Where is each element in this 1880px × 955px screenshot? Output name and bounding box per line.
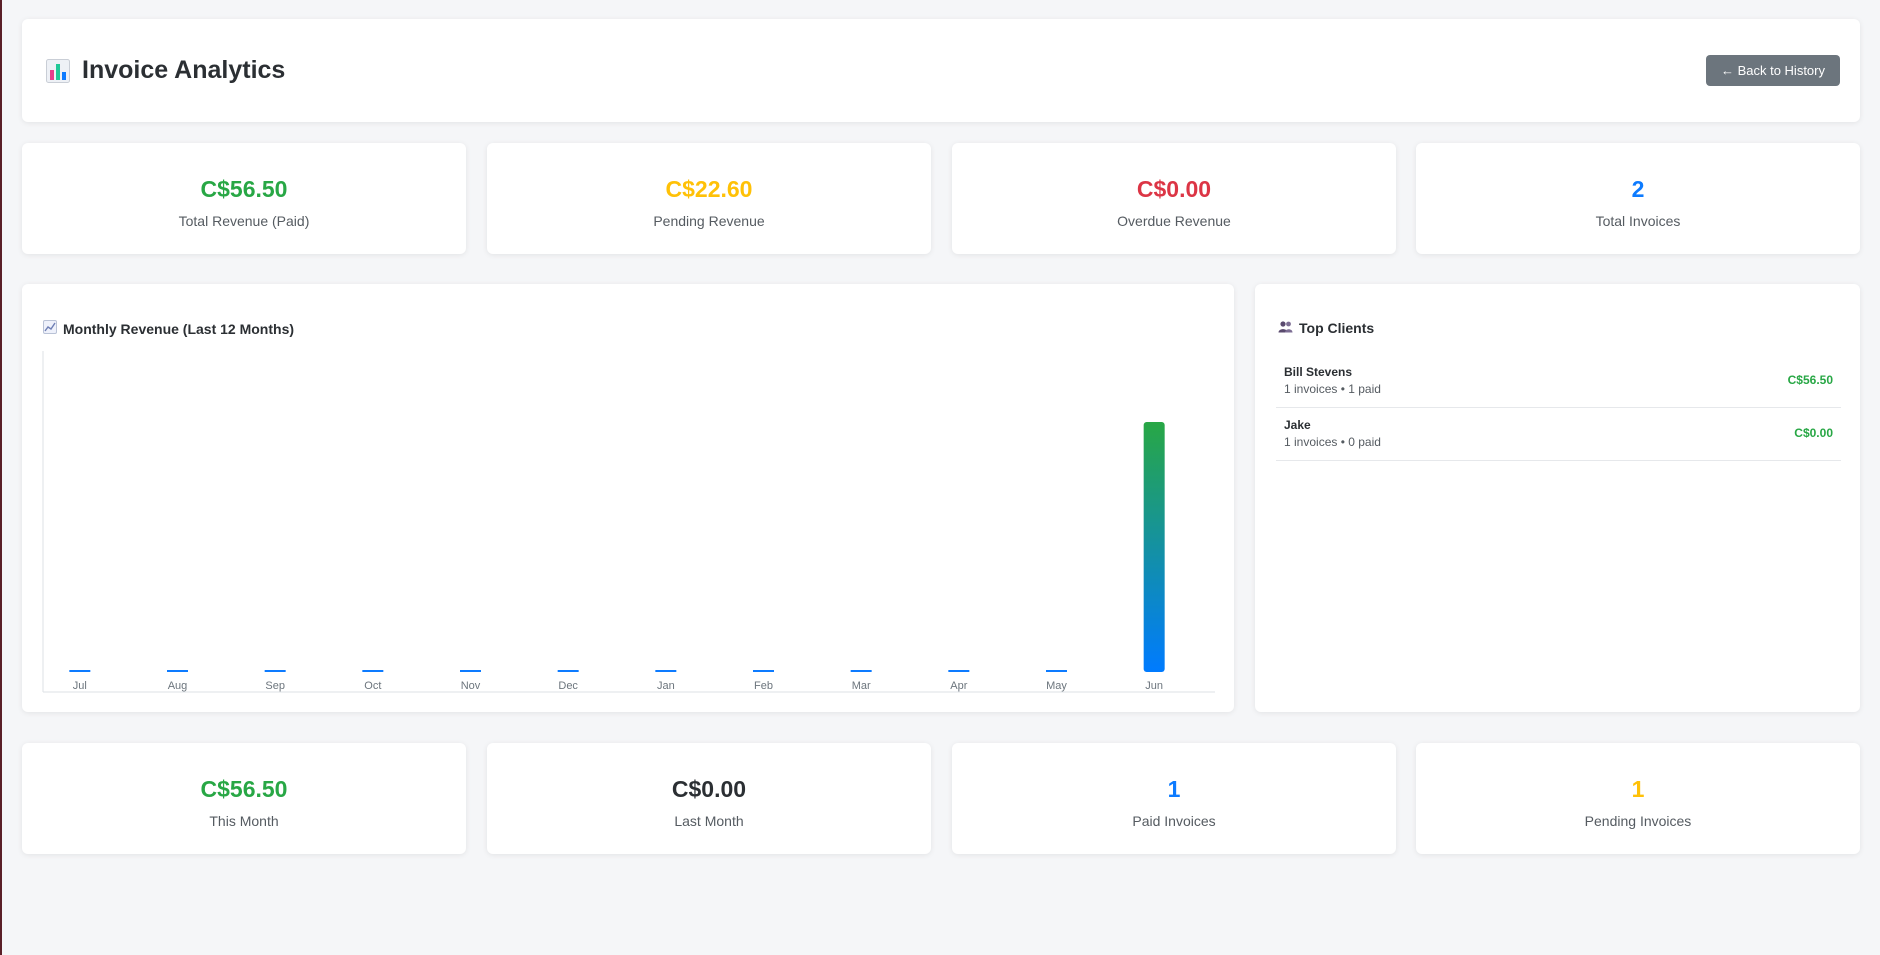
x-tick-label: Sep [265, 680, 285, 692]
stat-label: Overdue Revenue [1117, 213, 1231, 229]
x-tick-label: Jan [657, 680, 675, 692]
stat-label: Total Revenue (Paid) [178, 213, 310, 229]
client-list: Bill Stevens 1 invoices • 1 paid C$56.50… [1276, 355, 1841, 461]
client-name: Bill Stevens [1284, 365, 1353, 379]
stat-card-last-month: C$0.00 Last Month [487, 743, 931, 854]
client-meta: 1 invoices • 1 paid [1284, 382, 1381, 396]
x-tick-label: Apr [950, 680, 967, 692]
bar-dec[interactable] [557, 670, 579, 672]
stat-label: Pending Revenue [653, 213, 765, 229]
x-tick-label: Jul [73, 680, 87, 692]
page-title: Invoice Analytics [82, 56, 286, 84]
stat-card-total-revenue: C$56.50 Total Revenue (Paid) [22, 143, 466, 254]
stat-value: C$22.60 [665, 176, 753, 202]
client-meta: 1 invoices • 0 paid [1284, 435, 1381, 449]
bar-aug[interactable] [167, 670, 188, 672]
stat-label: Last Month [674, 813, 744, 829]
x-tick-label: Dec [558, 680, 578, 692]
stat-value: C$0.00 [671, 776, 747, 802]
x-tick-label: May [1046, 680, 1067, 692]
bar-oct[interactable] [362, 670, 384, 672]
x-tick-label: Mar [852, 680, 871, 692]
clients-title-group: Top Clients [1278, 320, 1374, 336]
window-edge [0, 0, 2, 955]
stat-label: Pending Invoices [1584, 813, 1692, 829]
client-amount: C$56.50 [1787, 373, 1833, 387]
bar-apr[interactable] [948, 670, 970, 672]
users-icon [1278, 320, 1293, 336]
title-group: Invoice Analytics [46, 19, 285, 122]
top-clients-card: Top Clients Bill Stevens 1 invoices • 1 … [1255, 284, 1860, 712]
stat-label: Paid Invoices [1132, 813, 1216, 829]
stat-value: 1 [1167, 776, 1181, 802]
stat-value: C$56.50 [200, 776, 288, 802]
revenue-bar-chart: Jul Aug Sep Oct Nov Dec Jan Feb Mar Apr May Jun [42, 351, 1215, 693]
client-amount: C$0.00 [1794, 426, 1833, 440]
bar-may[interactable] [1046, 670, 1067, 672]
bar-nov[interactable] [460, 670, 481, 672]
bar-chart-icon [46, 58, 70, 83]
stat-card-this-month: C$56.50 This Month [22, 743, 466, 854]
client-row[interactable]: Jake 1 invoices • 0 paid C$0.00 [1276, 408, 1841, 461]
stat-label: Total Invoices [1595, 213, 1681, 229]
stat-card-total-invoices: 2 Total Invoices [1416, 143, 1860, 254]
bar-jul[interactable] [69, 670, 91, 672]
stat-card-pending-revenue: C$22.60 Pending Revenue [487, 143, 931, 254]
bar-mar[interactable] [850, 670, 872, 672]
x-tick-label: Nov [461, 680, 481, 692]
stat-value: C$0.00 [1136, 176, 1212, 202]
bar-sep[interactable] [264, 670, 286, 672]
x-tick-label: Oct [364, 680, 381, 692]
x-tick-label: Jun [1145, 680, 1163, 692]
stat-label: This Month [209, 813, 279, 829]
bar-jun[interactable] [1143, 422, 1165, 672]
page-header: Invoice Analytics ← Back to History [22, 19, 1860, 122]
x-tick-label: Feb [754, 680, 773, 692]
back-to-history-button[interactable]: ← Back to History [1705, 55, 1840, 86]
client-row[interactable]: Bill Stevens 1 invoices • 1 paid C$56.50 [1276, 355, 1841, 408]
x-tick-label: Aug [168, 680, 188, 692]
bar-jan[interactable] [655, 670, 677, 672]
stat-card-paid-invoices: 1 Paid Invoices [952, 743, 1396, 854]
stat-value: C$56.50 [200, 176, 288, 202]
clients-title: Top Clients [1299, 320, 1375, 336]
stat-card-overdue-revenue: C$0.00 Overdue Revenue [952, 143, 1396, 254]
client-name: Jake [1284, 418, 1311, 432]
stat-value: 1 [1631, 776, 1645, 802]
stat-card-pending-invoices: 1 Pending Invoices [1416, 743, 1860, 854]
monthly-revenue-card: Monthly Revenue (Last 12 Months) Jul Aug S… [22, 284, 1234, 712]
stat-value: 2 [1631, 176, 1645, 202]
bar-feb[interactable] [753, 670, 774, 672]
